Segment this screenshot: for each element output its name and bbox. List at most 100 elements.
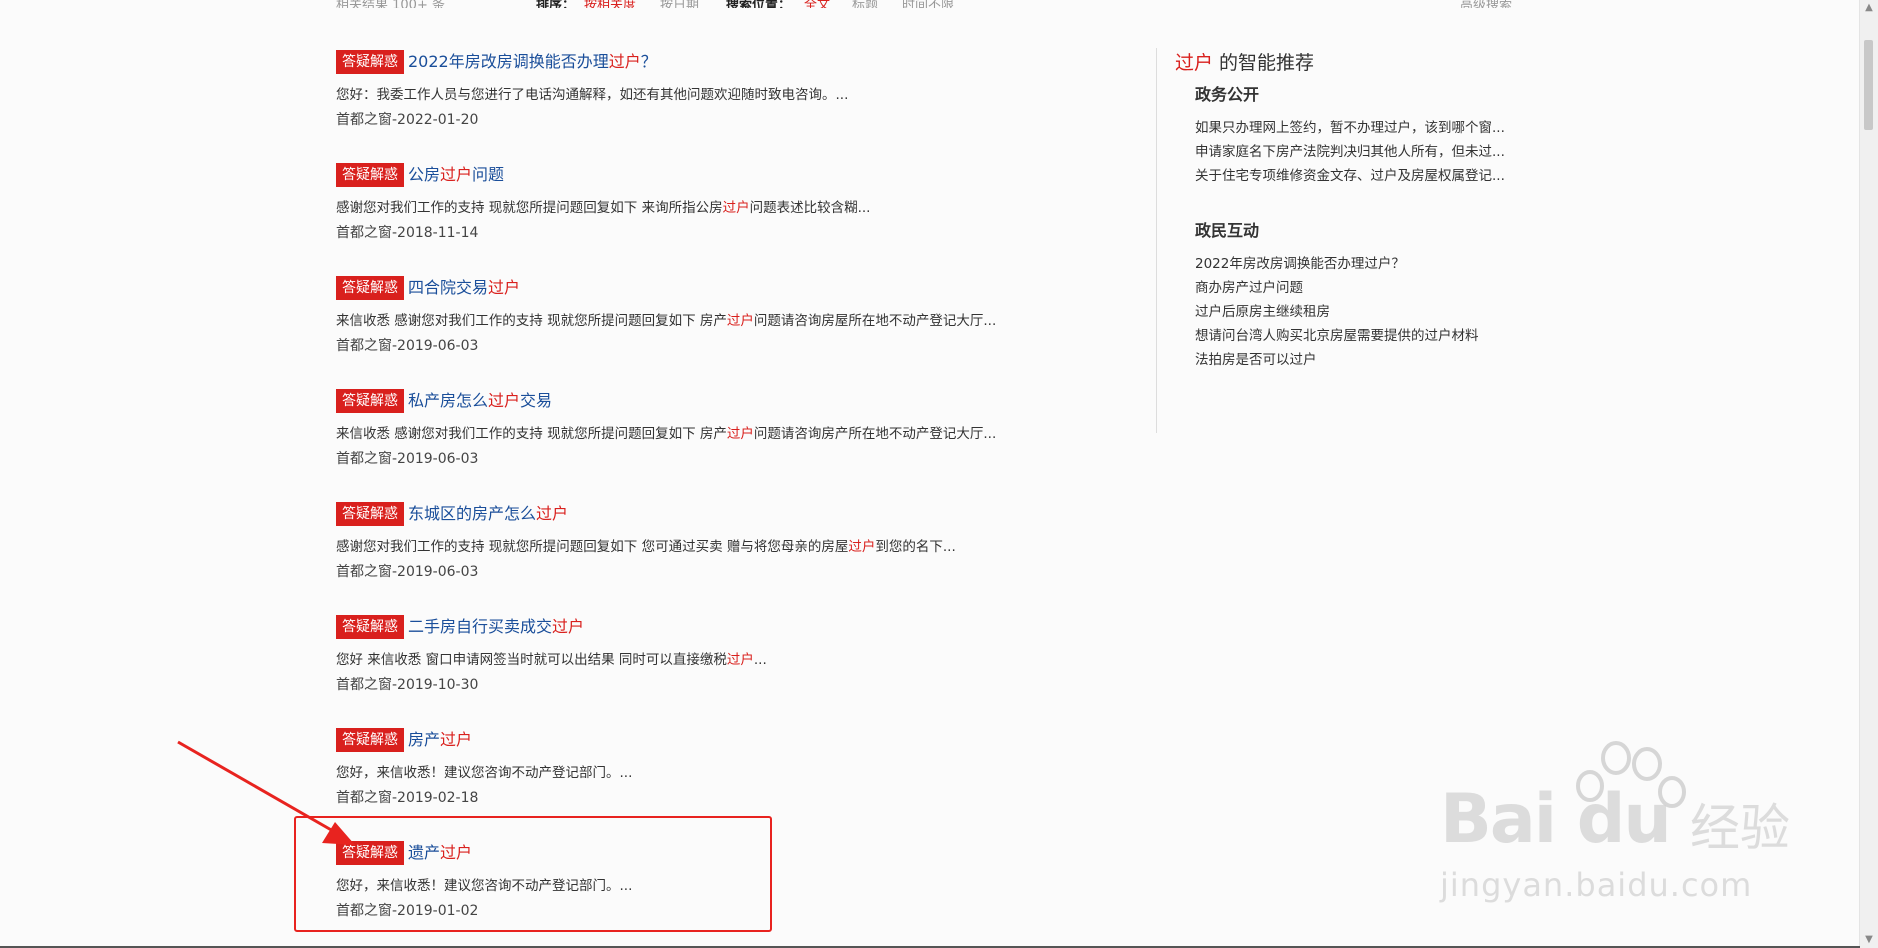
snippet-text: 您好，来信收悉！建议您咨询不动产登记部门。... bbox=[336, 765, 633, 781]
snippet-text: 来信收悉 感谢您对我们工作的支持 现就您所提问题回复如下 房产 bbox=[336, 313, 727, 329]
result-source-date: 首都之窗-2019-06-03 bbox=[336, 338, 479, 354]
scroll-down-icon[interactable]: ▼ bbox=[1860, 932, 1878, 948]
sort-relevance-link[interactable]: 按相关度 bbox=[584, 0, 636, 8]
snippet-text: 问题表述比较含糊... bbox=[749, 200, 871, 216]
recommendation-link[interactable]: 关于住宅专项维修资金文存、过户及房屋权属登记... bbox=[1195, 164, 1535, 188]
recommendation-link[interactable]: 申请家庭名下房产法院判决归其他人所有，但未过... bbox=[1195, 140, 1535, 164]
result-item: 答疑解惑 公房过户问题 感谢您对我们工作的支持 现就您所提问题回复如下 来询所指公… bbox=[336, 163, 1076, 263]
keyword-highlight: 过户 bbox=[488, 278, 521, 297]
snippet-text: 问题请咨询房产所在地不动产登记大厅... bbox=[753, 426, 997, 442]
keyword-highlight: 过户 bbox=[536, 504, 569, 523]
recommendation-panel: 过户 的智能推荐 政务公开 如果只办理网上签约，暂不办理过户，该到哪个窗... … bbox=[1175, 50, 1525, 368]
advanced-search-link[interactable]: 高级搜索 bbox=[1460, 0, 1512, 8]
result-title-row: 答疑解惑 房产过户 bbox=[336, 728, 472, 752]
watermark-logo: Bai du bbox=[1440, 780, 1672, 859]
title-text: 公房 bbox=[408, 165, 441, 184]
sort-date-link[interactable]: 按日期 bbox=[660, 0, 699, 8]
result-snippet: 您好 来信收悉 窗口申请网签当时就可以出结果 同时可以直接缴税过户... bbox=[336, 651, 767, 669]
result-item: 答疑解惑 2022年房改房调换能否办理过户？ 您好：我委工作人员与您进行了电话沟通… bbox=[336, 50, 1076, 150]
result-title-link[interactable]: 四合院交易过户 bbox=[408, 276, 520, 300]
category-tag: 答疑解惑 bbox=[336, 50, 404, 74]
scrollbar-thumb[interactable] bbox=[1864, 40, 1873, 130]
result-title-row: 答疑解惑 2022年房改房调换能否办理过户？ bbox=[336, 50, 657, 74]
result-source-date: 首都之窗-2019-10-30 bbox=[336, 677, 479, 693]
keyword-highlight: 过户 bbox=[726, 652, 754, 668]
recommendation-title-text: 的智能推荐 bbox=[1213, 52, 1315, 74]
sidebar-divider bbox=[1156, 48, 1157, 433]
time-filter-dropdown[interactable]: 时间不限 bbox=[902, 0, 954, 8]
vertical-scrollbar[interactable]: ▲ ▼ bbox=[1859, 0, 1878, 948]
title-text: 四合院交易 bbox=[408, 278, 489, 297]
recommendation-link[interactable]: 过户后原房主继续租房 bbox=[1195, 300, 1535, 324]
keyword-highlight: 过户 bbox=[552, 617, 585, 636]
result-source-date: 首都之窗-2022-01-20 bbox=[336, 112, 479, 128]
category-tag: 答疑解惑 bbox=[336, 615, 404, 639]
result-item: 答疑解惑 东城区的房产怎么过户 感谢您对我们工作的支持 现就您所提问题回复如下 您… bbox=[336, 502, 1076, 602]
keyword-highlight: 过户 bbox=[440, 730, 473, 749]
scope-title-link[interactable]: 标题 bbox=[852, 0, 878, 8]
result-title-link[interactable]: 2022年房改房调换能否办理过户？ bbox=[408, 50, 657, 74]
result-title-row: 答疑解惑 四合院交易过户 bbox=[336, 276, 520, 300]
result-snippet: 感谢您对我们工作的支持 现就您所提问题回复如下 您可通过买卖 赠与将您母亲的房屋… bbox=[336, 538, 956, 556]
snippet-text: 感谢您对我们工作的支持 现就您所提问题回复如下 您可通过买卖 赠与将您母亲的房屋 bbox=[336, 539, 849, 555]
result-snippet: 感谢您对我们工作的支持 现就您所提问题回复如下 来询所指公房过户问题表述比较含糊… bbox=[336, 199, 870, 217]
title-text: 问题 bbox=[472, 165, 505, 184]
section-heading: 政务公开 bbox=[1195, 85, 1260, 104]
result-source-date: 首都之窗-2019-06-03 bbox=[336, 564, 479, 580]
result-title-link[interactable]: 东城区的房产怎么过户 bbox=[408, 502, 568, 526]
category-tag: 答疑解惑 bbox=[336, 389, 404, 413]
result-title-link[interactable]: 房产过户 bbox=[408, 728, 472, 752]
recommendation-title: 过户 的智能推荐 bbox=[1175, 50, 1525, 76]
result-snippet: 您好，来信收悉！建议您咨询不动产登记部门。... bbox=[336, 764, 632, 782]
scope-label: 搜索位置： bbox=[726, 0, 792, 8]
title-text: 私产房怎么 bbox=[408, 391, 489, 410]
keyword-highlight: 过户 bbox=[722, 200, 750, 216]
annotation-highlight-box bbox=[294, 816, 772, 932]
result-source-date: 首都之窗-2019-06-03 bbox=[336, 451, 479, 467]
result-title-row: 答疑解惑 二手房自行买卖成交过户 bbox=[336, 615, 584, 639]
result-source-date: 首都之窗-2019-02-18 bbox=[336, 790, 479, 806]
keyword-highlight: 过户 bbox=[726, 313, 754, 329]
keyword-highlight: 过户 bbox=[488, 391, 521, 410]
snippet-text: ... bbox=[753, 652, 767, 668]
watermark: Bai du 经验 jingyan.baidu.com bbox=[1440, 740, 1800, 940]
recommendation-link[interactable]: 想请问台湾人购买北京房屋需要提供的过户材料 bbox=[1195, 324, 1535, 348]
result-item: 答疑解惑 四合院交易过户 来信收悉 感谢您对我们工作的支持 现就您所提问题回复如下… bbox=[336, 276, 1076, 376]
section-government-affairs: 政务公开 如果只办理网上签约，暂不办理过户，该到哪个窗... 申请家庭名下房产法… bbox=[1195, 84, 1535, 188]
result-title-row: 答疑解惑 公房过户问题 bbox=[336, 163, 504, 187]
sort-label: 排序： bbox=[536, 0, 576, 8]
recommendation-list: 如果只办理网上签约，暂不办理过户，该到哪个窗... 申请家庭名下房产法院判决归其… bbox=[1195, 116, 1535, 188]
result-source-date: 首都之窗-2018-11-14 bbox=[336, 225, 479, 241]
snippet-text: 问题请咨询房屋所在地不动产登记大厅... bbox=[753, 313, 997, 329]
watermark-brand: 经验 bbox=[1690, 799, 1790, 857]
keyword-highlight: 过户 bbox=[608, 52, 641, 71]
keyword-highlight: 过户 bbox=[848, 539, 876, 555]
result-item: 答疑解惑 私产房怎么过户交易 来信收悉 感谢您对我们工作的支持 现就您所提问题回复… bbox=[336, 389, 1076, 489]
snippet-text: 来信收悉 感谢您对我们工作的支持 现就您所提问题回复如下 房产 bbox=[336, 426, 727, 442]
result-item: 答疑解惑 房产过户 您好，来信收悉！建议您咨询不动产登记部门。... 首都之窗-2… bbox=[336, 728, 1076, 828]
watermark-url: jingyan.baidu.com bbox=[1440, 866, 1753, 904]
category-tag: 答疑解惑 bbox=[336, 276, 404, 300]
section-citizen-interaction: 政民互动 2022年房改房调换能否办理过户？ 商办房产过户问题 过户后原房主继续… bbox=[1195, 220, 1535, 372]
title-text: 2022年房改房调换能否办理 bbox=[408, 52, 609, 71]
category-tag: 答疑解惑 bbox=[336, 163, 404, 187]
title-text: 二手房自行买卖成交 bbox=[408, 617, 553, 636]
result-title-link[interactable]: 公房过户问题 bbox=[408, 163, 504, 187]
result-title-row: 答疑解惑 东城区的房产怎么过户 bbox=[336, 502, 568, 526]
scroll-up-icon[interactable]: ▲ bbox=[1860, 0, 1878, 16]
title-text: ？ bbox=[640, 52, 657, 71]
scope-fulltext-link[interactable]: 全文 bbox=[804, 0, 830, 8]
category-tag: 答疑解惑 bbox=[336, 728, 404, 752]
result-title-link[interactable]: 私产房怎么过户交易 bbox=[408, 389, 552, 413]
recommendation-link[interactable]: 商办房产过户问题 bbox=[1195, 276, 1535, 300]
title-text: 东城区的房产怎么 bbox=[408, 504, 537, 523]
snippet-text: 您好 来信收悉 窗口申请网签当时就可以出结果 同时可以直接缴税 bbox=[336, 652, 727, 668]
result-title-link[interactable]: 二手房自行买卖成交过户 bbox=[408, 615, 584, 639]
section-heading: 政民互动 bbox=[1195, 221, 1260, 240]
recommendation-link[interactable]: 法拍房是否可以过户 bbox=[1195, 348, 1535, 372]
keyword-highlight: 过户 bbox=[1175, 52, 1214, 74]
result-item: 答疑解惑 二手房自行买卖成交过户 您好 来信收悉 窗口申请网签当时就可以出结果 同… bbox=[336, 615, 1076, 715]
recommendation-link[interactable]: 如果只办理网上签约，暂不办理过户，该到哪个窗... bbox=[1195, 116, 1535, 140]
recommendation-link[interactable]: 2022年房改房调换能否办理过户？ bbox=[1195, 252, 1535, 276]
keyword-highlight: 过户 bbox=[440, 165, 473, 184]
